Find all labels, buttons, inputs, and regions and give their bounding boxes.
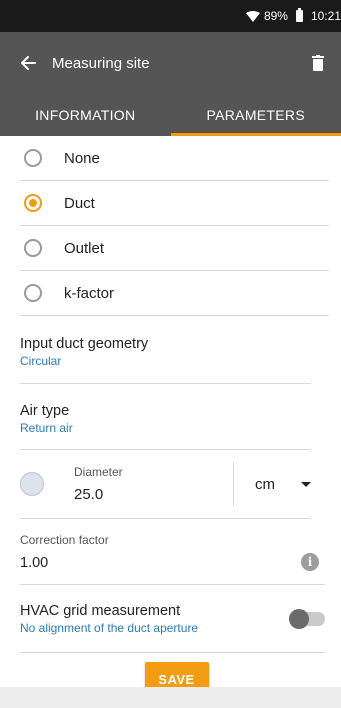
diameter-input[interactable]: Diameter 25.0 xyxy=(74,465,224,503)
hvac-grid-toggle[interactable] xyxy=(289,608,325,629)
tab-parameters[interactable]: PARAMETERS xyxy=(170,94,341,136)
air-type-value: Return air xyxy=(20,421,73,435)
option-k-factor[interactable]: k-factor xyxy=(20,271,329,316)
battery-icon xyxy=(295,8,303,22)
toggle-knob xyxy=(289,608,309,629)
correction-factor-field: Correction factor 1.00 i xyxy=(20,519,325,585)
tab-parameters-label: PARAMETERS xyxy=(206,107,305,123)
trash-icon[interactable] xyxy=(309,53,327,73)
air-type-field[interactable]: Air type Return air xyxy=(20,384,311,450)
option-outlet-label: Outlet xyxy=(64,239,105,257)
diameter-label: Diameter xyxy=(74,465,123,479)
chevron-down-icon xyxy=(301,481,311,487)
option-none[interactable]: None xyxy=(20,136,329,181)
circular-duct-icon xyxy=(20,472,44,496)
unit-value: cm xyxy=(255,475,275,493)
duct-geometry-value: Circular xyxy=(20,354,62,368)
page-title: Measuring site xyxy=(52,54,150,72)
diameter-value[interactable]: 25.0 xyxy=(74,486,224,503)
duct-geometry-field[interactable]: Input duct geometry Circular xyxy=(20,316,311,384)
tab-information[interactable]: INFORMATION xyxy=(0,94,171,136)
measuring-site-screen: 89% 10:21 Measuring site INFORMATION PAR… xyxy=(0,0,341,708)
hvac-grid-subtitle: No alignment of the duct aperture xyxy=(20,620,199,635)
option-outlet[interactable]: Outlet xyxy=(20,226,329,271)
unit-dropdown[interactable]: cm xyxy=(233,462,311,506)
radio-duct[interactable] xyxy=(24,194,42,212)
hvac-grid-title: HVAC grid measurement xyxy=(20,602,181,619)
parameters-form: None Duct Outlet k-factor Input duct geo… xyxy=(0,136,341,696)
air-type-title: Air type xyxy=(20,403,70,419)
arrow-left-icon[interactable] xyxy=(18,53,38,73)
battery-percent: 89% xyxy=(263,9,288,23)
info-icon[interactable]: i xyxy=(301,552,319,571)
radio-none[interactable] xyxy=(24,149,42,167)
diameter-row: Diameter 25.0 cm xyxy=(20,450,311,519)
bottom-strip xyxy=(0,687,341,708)
radio-outlet[interactable] xyxy=(24,239,42,257)
radio-k-factor[interactable] xyxy=(24,284,42,302)
correction-factor-value[interactable]: 1.00 xyxy=(20,555,301,571)
status-bar: 89% 10:21 xyxy=(0,0,341,32)
option-none-label: None xyxy=(64,149,100,167)
clock: 10:21 xyxy=(310,9,341,23)
option-duct[interactable]: Duct xyxy=(20,181,329,226)
option-k-factor-label: k-factor xyxy=(64,284,115,302)
tab-information-label: INFORMATION xyxy=(35,107,136,123)
option-duct-label: Duct xyxy=(64,194,95,212)
app-bar: Measuring site xyxy=(0,32,341,94)
wifi-icon xyxy=(245,10,260,22)
duct-geometry-title: Input duct geometry xyxy=(20,336,149,352)
tab-bar: INFORMATION PARAMETERS xyxy=(0,94,341,136)
correction-factor-label: Correction factor xyxy=(20,532,109,547)
hvac-grid-row: HVAC grid measurement No alignment of th… xyxy=(20,585,325,653)
